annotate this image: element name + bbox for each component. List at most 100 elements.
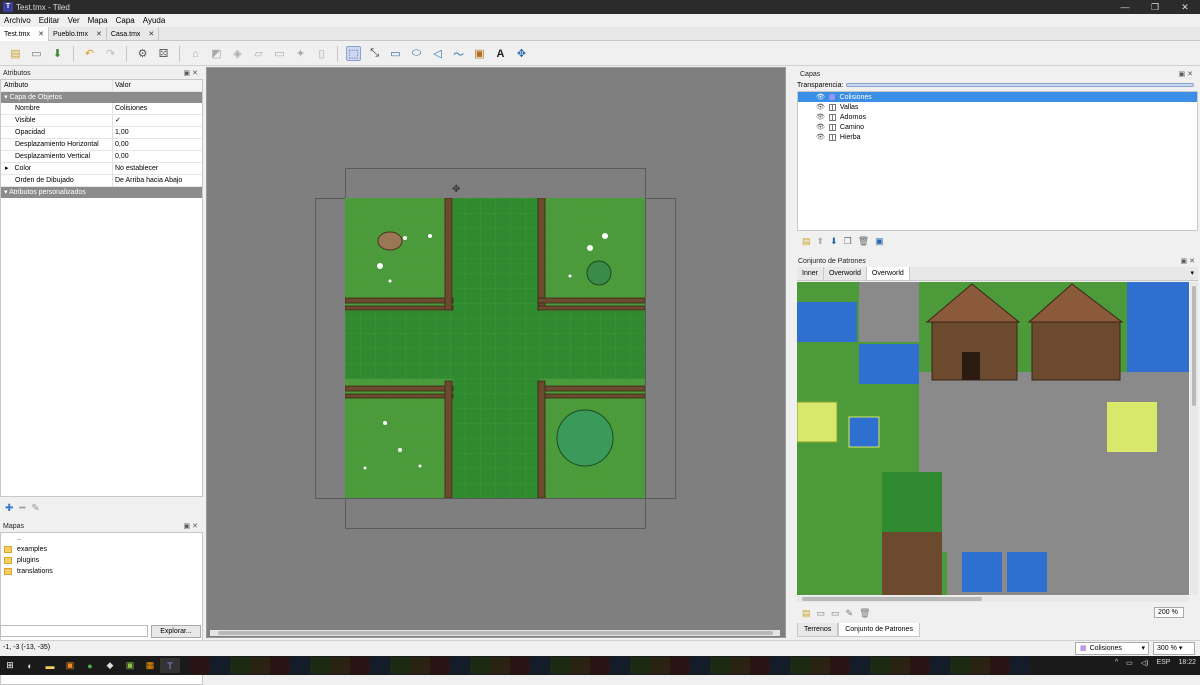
list-item[interactable]: plugins: [1, 555, 202, 566]
eye-icon[interactable]: 👁: [816, 133, 825, 141]
eye-icon[interactable]: 👁: [816, 93, 825, 101]
zoom-select[interactable]: 300 % ▾: [1153, 642, 1195, 655]
tiled-taskbar-icon[interactable]: T: [160, 658, 180, 673]
scrollbar-thumb[interactable]: [802, 597, 982, 601]
menu-ver[interactable]: Ver: [64, 16, 84, 25]
edge-icon[interactable]: ◐: [20, 658, 40, 673]
stamp-brush-icon[interactable]: ⌂: [188, 46, 203, 61]
row-value[interactable]: 0,00: [113, 151, 129, 163]
insert-rectangle-icon[interactable]: ▭: [388, 46, 403, 61]
random-mode-icon[interactable]: ⚄: [156, 46, 171, 61]
open-file-icon[interactable]: ▭: [29, 46, 44, 61]
terrain-brush-icon[interactable]: ◩: [209, 46, 224, 61]
select-objects-icon[interactable]: ⬚: [346, 46, 361, 61]
tile-map[interactable]: [345, 198, 645, 498]
visible-checkbox[interactable]: ✓: [113, 115, 121, 127]
dock-buttons-icon[interactable]: ▣✕: [184, 69, 200, 77]
close-button[interactable]: ✕: [1170, 0, 1200, 14]
menu-archivo[interactable]: Archivo: [0, 16, 35, 25]
canvas-horizontal-scrollbar[interactable]: [210, 630, 780, 636]
bucket-fill-icon[interactable]: ◈: [230, 46, 245, 61]
tileset-horizontal-scrollbar[interactable]: [797, 596, 1189, 602]
table-row[interactable]: Desplazamiento Vertical 0,00: [1, 150, 202, 163]
import-tileset-icon[interactable]: ▭: [817, 608, 826, 619]
tab-inner[interactable]: Inner: [797, 267, 824, 280]
lower-layer-icon[interactable]: ⬇: [830, 236, 838, 247]
layer-item-adornos[interactable]: 👁 Adornos: [798, 112, 1197, 122]
raise-layer-icon[interactable]: ⬆: [817, 236, 825, 247]
close-tab-icon[interactable]: ✕: [96, 30, 102, 38]
eye-icon[interactable]: 👁: [816, 103, 825, 111]
table-row[interactable]: Nombre Colisiones: [1, 102, 202, 115]
table-row[interactable]: Orden de Dibujado De Arriba hacia Abajo: [1, 174, 202, 187]
add-property-icon[interactable]: ✚: [5, 503, 13, 514]
select-same-tile-icon[interactable]: ▯: [314, 46, 329, 61]
list-item[interactable]: examples: [1, 544, 202, 555]
row-value[interactable]: 1,00: [113, 127, 129, 139]
scrollbar-thumb[interactable]: [1192, 286, 1196, 406]
tileset-zoom-select[interactable]: 200 %: [1154, 607, 1184, 618]
edit-property-icon[interactable]: ✎: [31, 503, 39, 514]
eye-icon[interactable]: 👁: [816, 123, 825, 131]
eraser-icon[interactable]: ▱: [251, 46, 266, 61]
layer-item-hierba[interactable]: 👁 Hierba: [798, 132, 1197, 142]
rect-select-icon[interactable]: ▭: [272, 46, 287, 61]
edit-tileset-icon[interactable]: ✎: [846, 608, 854, 619]
group-object-layer[interactable]: ▾ Capa de Objetos: [1, 92, 202, 103]
minimize-button[interactable]: —: [1110, 0, 1140, 14]
group-custom-attributes[interactable]: ▾ Atributos personalizados: [1, 187, 202, 198]
app-orange-icon[interactable]: ▦: [140, 658, 160, 673]
table-row[interactable]: ▸ Color No establecer: [1, 162, 202, 175]
tab-overworld-2[interactable]: Overworld: [866, 267, 910, 280]
menu-ayuda[interactable]: Ayuda: [139, 16, 170, 25]
table-row[interactable]: Visible ✓: [1, 114, 202, 127]
chrome-icon[interactable]: ●: [80, 658, 100, 673]
remove-property-icon[interactable]: ━: [19, 503, 25, 514]
insert-polygon-icon[interactable]: ◁: [430, 46, 445, 61]
eye-icon[interactable]: 👁: [816, 113, 825, 121]
edit-polygons-icon[interactable]: ⤡: [367, 46, 382, 61]
close-tab-icon[interactable]: ✕: [148, 30, 154, 38]
tab-test[interactable]: Test.tmx ✕: [0, 27, 49, 41]
list-item[interactable]: ..: [1, 533, 202, 544]
row-value[interactable]: Colisiones: [113, 103, 147, 115]
unity-icon[interactable]: ◆: [100, 658, 120, 673]
tileset-menu-icon[interactable]: ▾: [1190, 267, 1198, 280]
magic-wand-icon[interactable]: ✦: [293, 46, 308, 61]
tab-pueblo[interactable]: Pueblo.tmx ✕: [49, 27, 107, 41]
duplicate-layer-icon[interactable]: ❐: [844, 236, 852, 247]
delete-layer-icon[interactable]: 🗑: [858, 236, 869, 247]
path-input[interactable]: [0, 625, 148, 637]
maximize-button[interactable]: ❐: [1140, 0, 1170, 14]
menu-editar[interactable]: Editar: [35, 16, 64, 25]
row-value[interactable]: 0,00: [113, 139, 129, 151]
move-icon[interactable]: ✥: [514, 46, 529, 61]
insert-tile-icon[interactable]: ▣: [472, 46, 487, 61]
insert-polyline-icon[interactable]: 〜: [451, 46, 466, 61]
file-explorer-icon[interactable]: ▬: [40, 658, 60, 673]
tray-chevron-icon[interactable]: ^: [1115, 659, 1118, 667]
new-tileset-icon[interactable]: ▤: [802, 608, 811, 619]
insert-text-icon[interactable]: A: [493, 46, 508, 61]
redo-icon[interactable]: ↷: [103, 46, 118, 61]
scrollbar-thumb[interactable]: [218, 631, 773, 635]
dock-buttons-icon[interactable]: ▣✕: [1179, 70, 1195, 78]
network-icon[interactable]: ▭: [1126, 659, 1133, 667]
transparency-slider[interactable]: [846, 83, 1194, 87]
list-item[interactable]: translations: [1, 566, 202, 577]
row-value[interactable]: De Arriba hacia Abajo: [113, 175, 182, 187]
tileset-view[interactable]: [797, 282, 1189, 595]
layer-item-camino[interactable]: 👁 Camino: [798, 122, 1197, 132]
table-row[interactable]: Opacidad 1,00: [1, 126, 202, 139]
tab-conjunto-patrones[interactable]: Conjunto de Patrones: [838, 623, 920, 637]
language-indicator[interactable]: ESP: [1156, 659, 1170, 667]
volume-icon[interactable]: ◁): [1141, 659, 1149, 667]
new-layer-icon[interactable]: ▤: [802, 236, 811, 247]
tileset-vertical-scrollbar[interactable]: [1190, 282, 1198, 595]
undo-icon[interactable]: ↶: [82, 46, 97, 61]
menu-capa[interactable]: Capa: [112, 16, 139, 25]
command-icon[interactable]: ⚙: [135, 46, 150, 61]
save-icon[interactable]: ⬇: [50, 46, 65, 61]
store-icon[interactable]: ▣: [60, 658, 80, 673]
row-value[interactable]: No establecer: [113, 163, 158, 175]
